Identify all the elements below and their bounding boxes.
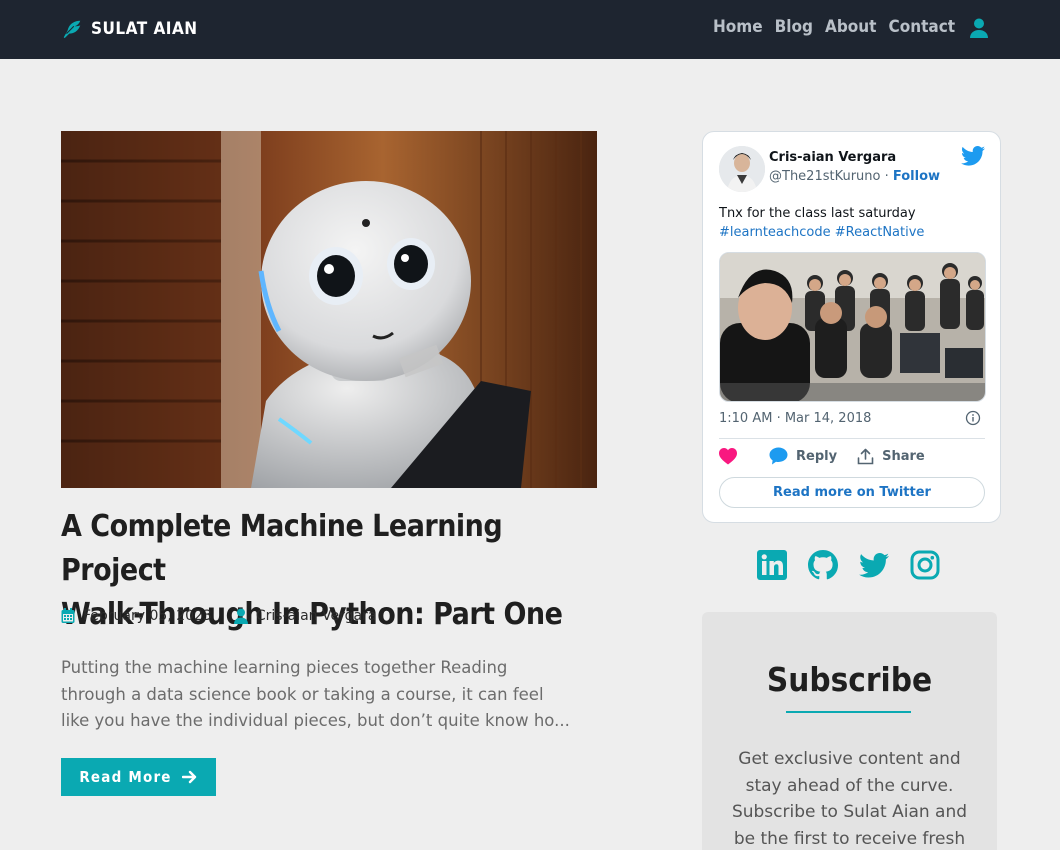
comment-icon: [769, 447, 788, 465]
tweet-actions: Reply Share: [719, 447, 925, 465]
top-navbar: SULAT AIAN Home Blog About Contact: [0, 0, 1060, 59]
post-author[interactable]: Cris-aian Vergara: [256, 608, 377, 624]
robot-illustration: [61, 131, 597, 488]
embedded-tweet: Cris-aian Vergara @The21stKuruno · Follo…: [702, 131, 1001, 523]
tweet-text: Tnx for the class last saturday #learnte…: [719, 204, 987, 242]
tweet-timestamp[interactable]: 1:10 AM · Mar 14, 2018: [719, 411, 871, 426]
tweet-hashtags: #learnteachcode #ReactNative: [719, 223, 987, 242]
feather-icon: [63, 20, 81, 39]
reply-button[interactable]: Reply: [769, 447, 837, 465]
share-icon: [857, 448, 874, 464]
instagram-icon: [910, 550, 940, 580]
subscribe-line-2: stay ahead of the curve.: [745, 775, 954, 796]
social-links: [757, 549, 940, 581]
tweet-body: Tnx for the class last saturday: [719, 206, 916, 221]
nav-home[interactable]: Home: [713, 17, 763, 37]
info-icon[interactable]: [965, 410, 981, 426]
twitter-link[interactable]: [859, 549, 889, 581]
tweet-avatar[interactable]: [719, 146, 765, 192]
reply-label: Reply: [796, 448, 838, 464]
avatar-image: [719, 146, 765, 192]
subscribe-panel: Subscribe Get exclusive content and stay…: [702, 612, 997, 850]
user-account-button[interactable]: [968, 17, 990, 39]
subscribe-description: Get exclusive content and stay ahead of …: [720, 746, 979, 850]
read-more-label: Read More: [79, 768, 172, 786]
twitter-logo-icon[interactable]: [961, 146, 985, 166]
excerpt-line-3: like you have the individual pieces, but…: [61, 711, 570, 730]
subscribe-title: Subscribe: [766, 660, 933, 699]
linkedin-icon: [757, 550, 787, 580]
heart-icon: [719, 447, 737, 464]
main-nav: Home Blog About Contact: [713, 17, 955, 37]
post-hero-image[interactable]: [61, 131, 597, 488]
excerpt-line-1: Putting the machine learning pieces toge…: [61, 658, 508, 677]
twitter-icon: [859, 552, 889, 577]
nav-about[interactable]: About: [825, 17, 877, 37]
subscribe-title-underline: [786, 711, 911, 713]
tweet-author-name[interactable]: Cris-aian Vergara: [769, 150, 896, 165]
read-more-on-twitter-button[interactable]: Read more on Twitter: [719, 477, 985, 508]
linkedin-link[interactable]: [757, 549, 787, 581]
follow-link[interactable]: Follow: [893, 169, 940, 184]
tweet-divider: [719, 438, 985, 439]
excerpt-line-2: through a data science book or taking a …: [61, 684, 544, 704]
post-date: February 05, 2023: [83, 608, 212, 624]
read-more-button[interactable]: Read More: [61, 758, 216, 796]
tweet-photo[interactable]: [719, 252, 986, 402]
tweet-author-handle: @The21stKuruno · Follow: [769, 169, 940, 184]
share-label: Share: [882, 448, 925, 464]
github-icon: [808, 550, 838, 580]
arrow-right-icon: [181, 770, 196, 784]
post-title-line-1: A Complete Machine Learning Project: [61, 509, 503, 588]
tweet-handle-separator: ·: [880, 169, 893, 184]
post-excerpt: Putting the machine learning pieces toge…: [61, 655, 601, 735]
subscribe-line-4: be the first to receive fresh: [733, 828, 966, 849]
calendar-icon: [61, 608, 75, 623]
share-button[interactable]: Share: [857, 448, 925, 465]
instagram-link[interactable]: [910, 549, 940, 581]
group-photo: [720, 253, 985, 401]
like-button[interactable]: [719, 447, 737, 465]
hashtag-learnteachcode[interactable]: #learnteachcode: [719, 225, 831, 240]
hashtag-reactnative[interactable]: #ReactNative: [835, 225, 925, 240]
author-icon: [233, 608, 248, 624]
brand-logo[interactable]: SULAT AIAN: [61, 17, 198, 41]
user-icon: [970, 18, 988, 38]
subscribe-line-1: Get exclusive content and: [738, 749, 961, 769]
nav-contact[interactable]: Contact: [888, 17, 955, 37]
tweet-handle[interactable]: @The21stKuruno: [769, 169, 880, 184]
nav-blog[interactable]: Blog: [775, 17, 813, 37]
brand-name: SULAT AIAN: [91, 19, 198, 39]
github-link[interactable]: [808, 549, 838, 581]
subscribe-line-3: Subscribe to Sulat Aian and: [731, 802, 968, 822]
post-meta: February 05, 2023 Cris-aian Vergara: [61, 608, 376, 624]
